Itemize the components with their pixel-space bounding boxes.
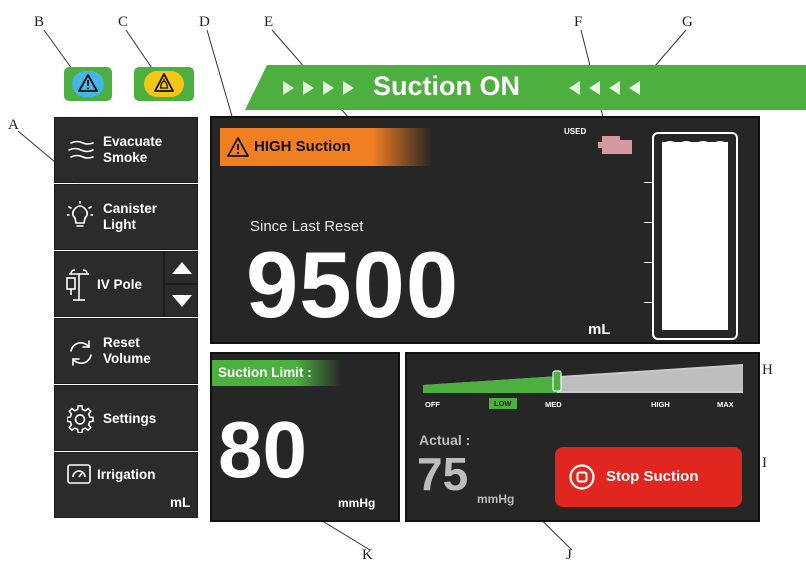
actual-unit: mmHg <box>477 492 515 506</box>
settings-button[interactable]: Settings <box>54 385 198 451</box>
settings-label: Settings <box>103 411 157 426</box>
alert-indicator-blue[interactable] <box>64 67 112 101</box>
right-arrows-icon <box>283 81 354 95</box>
slider-tick-off: OFF <box>425 400 440 409</box>
volume-panel: HIGH Suction Since Last Reset 9500 mL US… <box>210 116 760 344</box>
slider-tick-med: MED <box>545 400 562 409</box>
actual-value: 75 <box>417 448 469 500</box>
callout-b: B <box>34 14 45 30</box>
canister-fill-wave <box>662 141 728 148</box>
callout-f: F <box>574 14 583 30</box>
callout-k: K <box>362 547 373 563</box>
irrigation-unit: mL <box>170 495 191 510</box>
light-bulb-icon <box>67 201 93 227</box>
suction-limit-unit: mmHg <box>338 496 376 510</box>
reset-volume-label-1: Reset <box>103 335 140 350</box>
suction-control-panel: OFF LOW MED HIGH MAX Actual : 75 mmHg St… <box>405 352 760 522</box>
warning-triangle-icon <box>78 74 98 92</box>
canister-level-gauge <box>652 132 738 340</box>
irrigation-label: Irrigation <box>97 467 156 482</box>
irrigation-button[interactable]: Irrigation mL <box>54 452 198 518</box>
gauge-tick <box>644 222 652 223</box>
iv-pole-icon <box>66 269 89 301</box>
used-label: USED <box>564 127 587 136</box>
callout-i: I <box>762 455 767 471</box>
suction-limit-label: Suction Limit : <box>218 365 312 380</box>
iv-pole-down-button[interactable] <box>164 284 198 317</box>
stop-icon <box>569 464 595 490</box>
callout-a: A <box>8 117 19 133</box>
warning-triangle-icon <box>227 137 249 157</box>
irrigation-icon <box>67 464 91 484</box>
arrow-down-icon <box>172 295 192 307</box>
callout-e: E <box>264 14 274 30</box>
gauge-tick <box>644 182 652 183</box>
smoke-icon <box>68 140 94 159</box>
canister-fill <box>662 142 728 330</box>
evacuate-smoke-label-2: Smoke <box>103 150 148 165</box>
used-canister-icon <box>598 136 632 154</box>
suction-limit-header: Suction Limit : <box>212 360 342 386</box>
callout-c: C <box>118 14 129 30</box>
left-arrows-icon <box>569 81 640 95</box>
high-suction-text: HIGH Suction <box>254 138 351 155</box>
canister-light-label-2: Light <box>103 217 136 232</box>
reset-icon <box>70 340 92 366</box>
iv-pole-label: IV Pole <box>97 277 143 292</box>
callout-h: H <box>762 362 773 378</box>
volume-value: 9500 <box>246 232 460 337</box>
iv-pole-up-button[interactable] <box>164 251 198 284</box>
arrow-up-icon <box>172 262 192 274</box>
suction-limit-value: 80 <box>218 405 307 494</box>
gear-icon <box>67 405 94 433</box>
canister-light-button[interactable]: Canister Light <box>54 184 198 250</box>
iv-pole-button[interactable]: IV Pole <box>54 251 164 317</box>
suction-status-text: Suction ON <box>373 71 520 101</box>
volume-unit: mL <box>588 321 611 338</box>
slider-tick-high: HIGH <box>651 400 670 409</box>
evacuate-smoke-button[interactable]: Evacuate Smoke <box>54 117 198 183</box>
suction-limit-panel[interactable]: Suction Limit : 80 mmHg <box>210 352 400 522</box>
alert-indicator-yellow[interactable] <box>134 67 194 101</box>
canister-light-label-1: Canister <box>103 201 158 216</box>
reset-volume-label-2: Volume <box>103 351 151 366</box>
high-suction-alert[interactable]: HIGH Suction <box>220 128 432 166</box>
callout-j: J <box>566 547 572 563</box>
evacuate-smoke-label-1: Evacuate <box>103 134 163 149</box>
reset-volume-button[interactable]: Reset Volume <box>54 318 198 384</box>
callout-g: G <box>682 14 693 30</box>
suction-level-slider[interactable] <box>423 359 745 395</box>
callout-d: D <box>199 14 210 30</box>
suction-status-banner: Suction ON <box>245 65 806 110</box>
gauge-tick <box>644 302 652 303</box>
bell-warning-icon <box>154 73 174 92</box>
stop-suction-label: Stop Suction <box>606 468 699 485</box>
gauge-tick <box>644 262 652 263</box>
stop-suction-button[interactable]: Stop Suction <box>555 447 742 507</box>
slider-tick-low: LOW <box>489 398 517 409</box>
slider-tick-max: MAX <box>717 400 734 409</box>
